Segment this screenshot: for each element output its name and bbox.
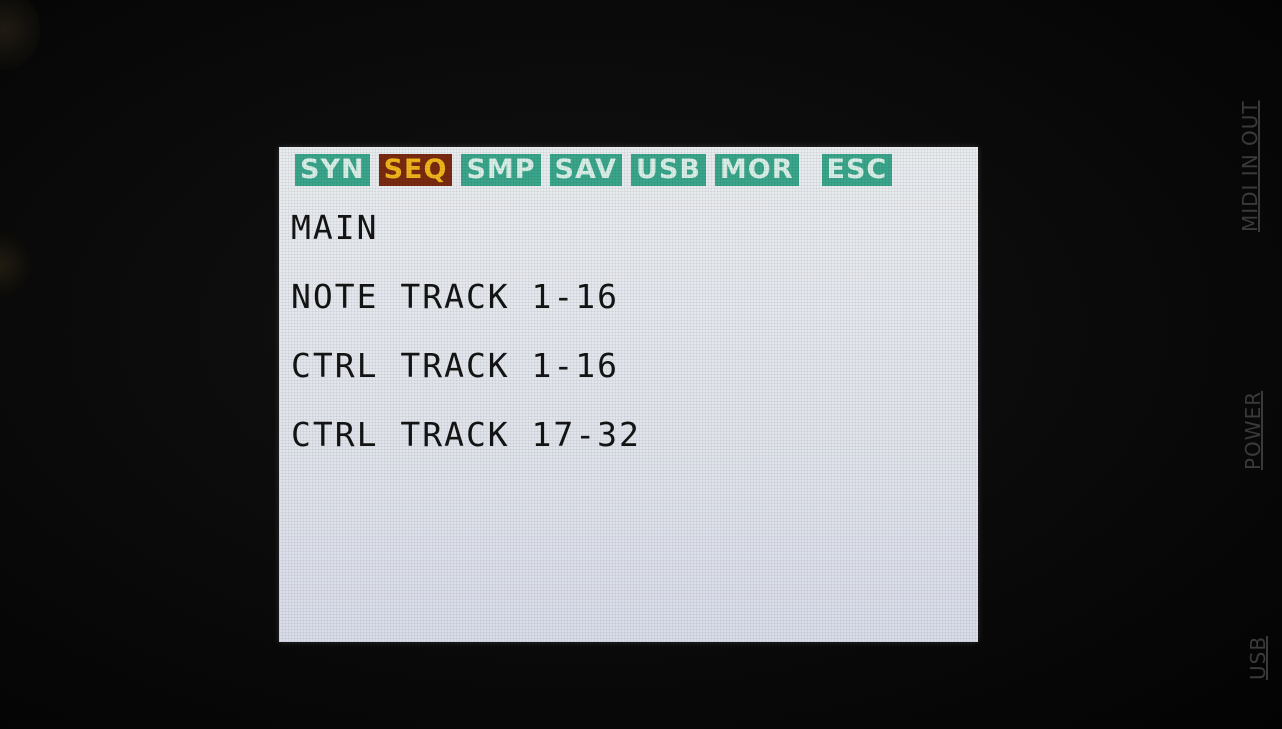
tab-syn[interactable]: SYN — [295, 154, 370, 186]
encoder-knob[interactable] — [0, 0, 40, 70]
encoder-knob[interactable] — [0, 230, 30, 300]
tab-sav[interactable]: SAV — [549, 154, 622, 186]
menu-item-main[interactable]: MAIN — [291, 205, 641, 274]
tab-bar: SYN SEQ SMP SAV USB MOR ESC — [295, 154, 893, 186]
tab-seq[interactable]: SEQ — [378, 154, 453, 186]
menu-item-ctrl-track-17-32[interactable]: CTRL TRACK 17-32 — [291, 412, 641, 481]
menu-list: MAIN NOTE TRACK 1-16 CTRL TRACK 1-16 CTR… — [291, 205, 641, 481]
tab-mor[interactable]: MOR — [714, 154, 799, 186]
tab-esc[interactable]: ESC — [821, 154, 893, 186]
power-port-label: POWER — [1241, 390, 1265, 470]
menu-item-ctrl-track-1-16[interactable]: CTRL TRACK 1-16 — [291, 343, 641, 412]
menu-item-note-track-1-16[interactable]: NOTE TRACK 1-16 — [291, 274, 641, 343]
lcd-screen: SYN SEQ SMP SAV USB MOR ESC MAIN NOTE TR… — [279, 147, 978, 642]
device-bezel: MIDI IN OUT POWER USB SYN SEQ SMP SAV US… — [0, 0, 1282, 729]
usb-port-label: USB — [1246, 635, 1270, 680]
tab-smp[interactable]: SMP — [461, 154, 541, 186]
tab-usb[interactable]: USB — [630, 154, 706, 186]
midi-port-label: MIDI IN OUT — [1238, 100, 1262, 232]
